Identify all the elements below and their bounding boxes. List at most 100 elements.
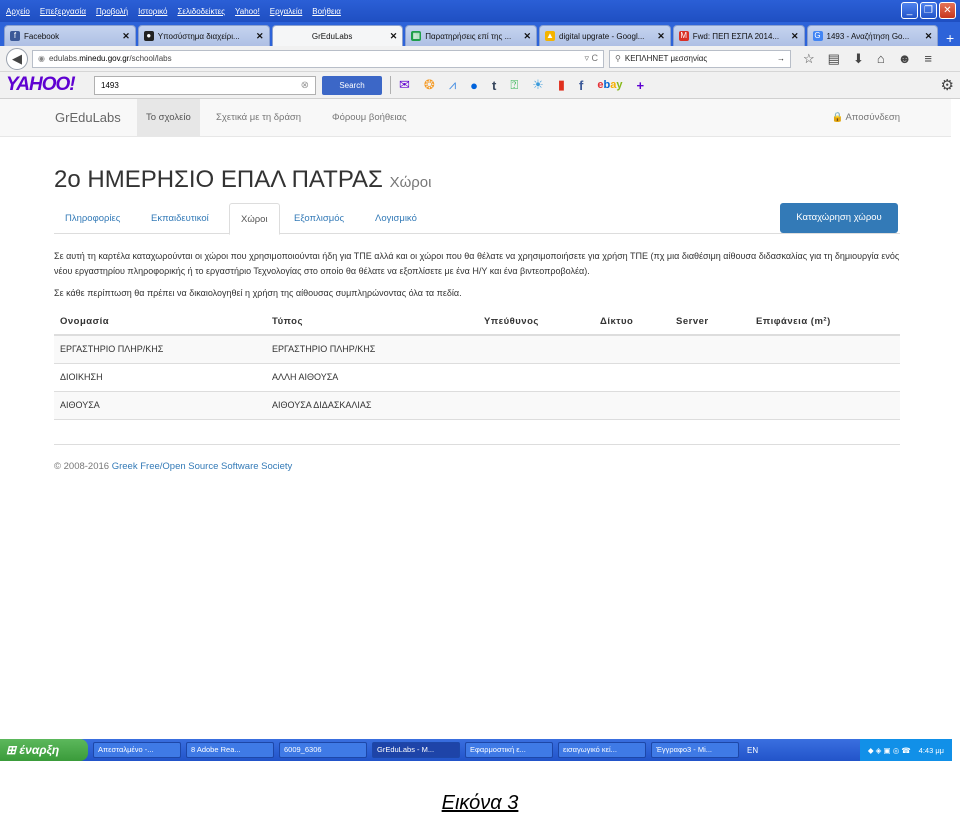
browser-tab[interactable]: f Facebook ✕ [4,25,136,46]
tray-icons[interactable]: ◆ ◈ ▣ ◎ ☎ [868,746,911,755]
menu-file[interactable]: Αρχείο [6,7,30,16]
finance-icon[interactable]: ⩘ [449,77,456,93]
col-area: Επιφάνεια (m²) [750,308,900,336]
justification-note: Σε κάθε περίπτωση θα πρέπει να δικαιολογ… [54,288,462,298]
cell-network [594,335,670,364]
table-row[interactable]: ΕΡΓΑΣΤΗΡΙΟ ΠΛΗΡ/ΚΗΣ ΕΡΓΑΣΤΗΡΙΟ ΠΛΗΡ/ΚΗΣ [54,335,900,364]
sports-icon[interactable]: ❂ [424,77,435,93]
language-indicator[interactable]: EN [747,746,758,755]
weather-icon[interactable]: ☀ [532,77,544,93]
close-tab-icon[interactable]: ✕ [122,31,130,42]
sheet-icon: ▦ [411,31,422,41]
taskbar-item[interactable]: Απεσταλμένο -... [93,742,181,758]
windows-logo-icon: ⊞ [6,743,17,757]
browser-tab-label: Fwd: ΠΕΠ ΕΣΠΑ 2014... [692,31,780,41]
bookmark-star-icon[interactable]: ☆ [803,51,815,67]
system-tray: ◆ ◈ ▣ ◎ ☎ 4:43 μμ [859,739,952,761]
new-tab-button[interactable]: + [940,30,960,46]
taskbar-item[interactable]: GrEduLabs - M... [372,742,460,758]
table-row[interactable]: ΑΙΘΟΥΣΑ ΑΙΘΟΥΣΑ ΔΙΔΑΣΚΑΛΙΑΣ [54,391,900,420]
taskbar-item[interactable]: Έγγραφο3 - Mi... [651,742,739,758]
clear-icon[interactable]: ⊗ [301,80,309,91]
browser-tab[interactable]: M Fwd: ΠΕΠ ΕΣΠΑ 2014... ✕ [672,25,805,46]
menu-view[interactable]: Προβολή [96,7,128,16]
tab-info[interactable]: Πληροφορίες [54,203,131,234]
close-tab-icon[interactable]: ✕ [657,31,665,42]
close-window-button[interactable]: ✕ [939,2,956,19]
nav-school[interactable]: Το σχολείο [137,99,200,137]
close-tab-icon[interactable]: ✕ [925,31,933,42]
cell-area [750,363,900,392]
reload-icon[interactable]: ▿ C [584,53,598,64]
taskbar-item[interactable]: 8 Adobe Rea... [186,742,274,758]
yahoo-search-button[interactable]: Search [322,75,382,95]
start-button[interactable]: ⊞ έναρξη [0,739,88,761]
cell-network [594,391,670,420]
browser-tab-label: Facebook [24,31,60,41]
search-bar-text: ΚΕΠΛΗΝΕΤ μεσσηνίας [624,54,708,63]
close-tab-icon[interactable]: ✕ [256,31,264,42]
menu-edit[interactable]: Επεξεργασία [40,7,86,16]
bookmarks-icon[interactable]: ▮ [558,77,565,93]
url-bar[interactable]: ◉ edulabs. minedu.gov.gr/school/labs ▿ C [32,49,604,68]
browser-tab[interactable]: G 1493 - Αναζήτηση Go... ✕ [806,25,939,46]
reading-list-icon[interactable]: ▤ [828,51,840,67]
browser-tab-strip: f Facebook ✕ ● Υποσύστημα διαχείρι... ✕ GrEduL… [0,22,960,46]
nav-about[interactable]: Σχετικά με τη δράση [207,99,310,137]
taskbar-item[interactable]: εισαγωγικό κεί... [558,742,646,758]
col-network: Δίκτυο [594,308,670,336]
browser-tab[interactable]: ● Υποσύστημα διαχείρι... ✕ [137,25,270,46]
site-info-icon[interactable]: ◉ [38,54,45,63]
browser-tab[interactable]: GrEduLabs ✕ [271,25,404,46]
browser-tab[interactable]: ▦ Παρατηρήσεις επί της ... ✕ [405,25,537,46]
browser-tab-label: digital upgrate - Googl... [559,31,645,41]
table-row[interactable]: ΔΙΟΙΚΗΣΗ ΑΛΛΗ ΑΙΘΟΥΣΑ [54,363,900,392]
browser-tab-label: 1493 - Αναζήτηση Go... [826,31,910,41]
pocket-icon[interactable]: ☻ [898,51,912,67]
menu-bookmarks[interactable]: Σελιδοδείκτες [177,7,225,16]
maximize-button[interactable]: ❐ [920,2,937,19]
page-title: 2ο ΗΜΕΡΗΣΙΟ ΕΠΑΛ ΠΑΤΡΑΣ Χώροι [54,166,432,194]
ebay-icon[interactable]: ebay [597,79,622,91]
add-icon[interactable]: + [636,78,644,93]
tab-spaces[interactable]: Χώροι [229,203,280,235]
settings-gear-icon[interactable]: ⚙ [941,76,954,94]
flickr-icon[interactable]: ● [470,78,478,93]
yahoo-search-input[interactable]: 1493 ⊗ [94,75,316,95]
tab-equipment[interactable]: Εξοπλισμός [283,203,355,234]
footer-link[interactable]: Greek Free/Open Source Software Society [112,461,293,472]
add-space-button[interactable]: Καταχώρηση χώρου [780,203,898,233]
answers-icon[interactable]: ⍰ [510,77,518,93]
menu-yahoo[interactable]: Yahoo! [235,7,260,16]
col-responsible: Υπεύθυνος [478,308,594,336]
close-tab-icon[interactable]: ✕ [791,31,799,42]
taskbar-item[interactable]: 6009_6306 [279,742,367,758]
yahoo-query: 1493 [101,80,119,90]
minimize-button[interactable]: _ [901,2,918,19]
taskbar-item[interactable]: Εφαρμοστική ε... [465,742,553,758]
browser-tab-label: Υποσύστημα διαχείρι... [157,31,240,41]
tab-teachers[interactable]: Εκπαιδευτικοί [140,203,220,234]
home-icon[interactable]: ⌂ [877,51,885,67]
hamburger-menu-icon[interactable]: ≡ [924,51,932,67]
menu-tools[interactable]: Εργαλεία [270,7,302,16]
search-bar[interactable]: ⚲ ΚΕΠΛΗΝΕΤ μεσσηνίας → [609,49,791,68]
nav-forum[interactable]: Φόρουμ βοήθειας [323,99,416,137]
menu-history[interactable]: Ιστορικό [138,7,167,16]
cell-responsible [478,335,594,364]
tumblr-icon[interactable]: t [492,78,496,93]
logout-link[interactable]: 🔒 Αποσύνδεση [832,99,900,137]
browser-tab[interactable]: ▲ digital upgrate - Googl... ✕ [539,25,671,46]
window-controls: _ ❐ ✕ [901,2,956,19]
mail-icon[interactable]: ✉ [399,77,410,93]
cell-responsible [478,363,594,392]
menu-help[interactable]: Βοήθεια [312,7,341,16]
site-brand[interactable]: GrEduLabs [55,110,121,125]
search-go-icon[interactable]: → [777,54,785,63]
tab-software[interactable]: Λογισμικό [364,203,428,234]
download-icon[interactable]: ⬇ [853,51,864,67]
close-tab-icon[interactable]: ✕ [390,31,398,42]
facebook-icon[interactable]: f [579,78,583,93]
close-tab-icon[interactable]: ✕ [523,31,531,42]
back-button[interactable]: ◀ [6,47,28,70]
